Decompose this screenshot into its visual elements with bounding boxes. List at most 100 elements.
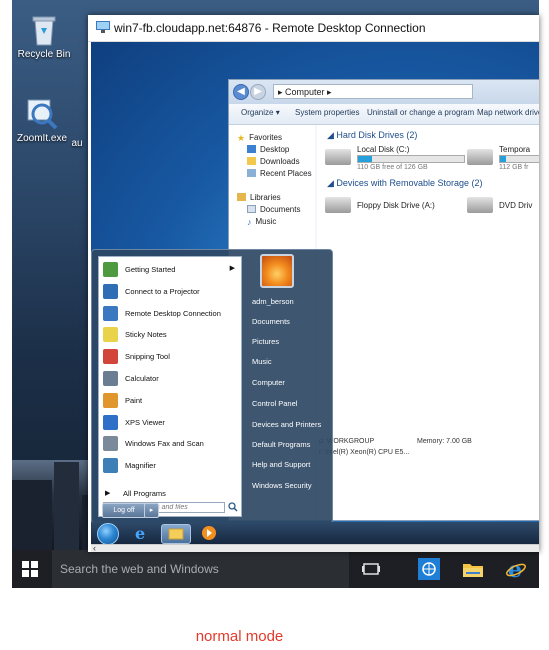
breadcrumb[interactable]: Computer bbox=[285, 87, 325, 97]
start-program-label: Snipping Tool bbox=[125, 352, 170, 362]
start-program-item[interactable]: Getting Started ▶ bbox=[99, 259, 241, 280]
drive-dvd[interactable]: DVD Driv bbox=[467, 193, 539, 217]
caption: normal mode bbox=[195, 628, 284, 645]
logoff-button[interactable]: Log off bbox=[102, 503, 146, 518]
rdp-title: win7-fb.cloudapp.net:64876 - Remote Desk… bbox=[114, 21, 426, 35]
internet-explorer-icon[interactable]: e bbox=[127, 524, 155, 543]
getting-started-icon bbox=[103, 262, 118, 277]
address-bar[interactable]: ▸ Computer ▸ bbox=[273, 84, 473, 99]
start-program-item[interactable]: Magnifier bbox=[99, 455, 241, 476]
start-place-item[interactable]: Music bbox=[248, 353, 332, 371]
drive-free: 112 GB fr bbox=[499, 164, 529, 171]
nav-libraries[interactable]: Libraries bbox=[237, 193, 281, 202]
explorer-command-bar: Organize ▾ System properties Uninstall o… bbox=[229, 104, 539, 125]
system-properties-button[interactable]: System properties bbox=[295, 108, 359, 117]
all-programs-button[interactable]: ▶ All Programs bbox=[98, 487, 242, 500]
host-taskbar: Search the web and Windows e bbox=[12, 550, 539, 588]
start-program-item[interactable]: Snipping Tool bbox=[99, 346, 241, 367]
dvd-drive-icon bbox=[467, 197, 493, 213]
start-place-item[interactable]: Computer bbox=[248, 374, 332, 392]
start-program-label: Remote Desktop Connection bbox=[125, 308, 221, 318]
start-program-label: Magnifier bbox=[125, 461, 156, 471]
drive-name: Floppy Disk Drive (A:) bbox=[357, 201, 435, 210]
fax-scan-icon bbox=[103, 436, 118, 452]
star-icon: ★ bbox=[237, 133, 246, 143]
back-button[interactable]: ◀ bbox=[233, 84, 249, 100]
start-place-item[interactable]: Pictures bbox=[248, 333, 332, 351]
forward-button[interactable]: ▶ bbox=[250, 84, 266, 100]
nav-favorites[interactable]: ★ Favorites bbox=[237, 133, 282, 143]
nav-desktop[interactable]: Desktop bbox=[247, 145, 289, 154]
file-explorer-icon[interactable] bbox=[161, 524, 191, 544]
desktop-icon-label: Recycle Bin bbox=[17, 49, 71, 60]
drive-temporary[interactable]: Tempora 112 GB fr bbox=[467, 145, 539, 173]
windows-start-icon[interactable] bbox=[22, 561, 38, 577]
desktop-icon-label: ZoomIt.exe bbox=[16, 133, 68, 144]
start-program-item[interactable]: XPS Viewer bbox=[99, 412, 241, 433]
recent-places-icon bbox=[247, 169, 256, 177]
drive-name: Local Disk (C:) bbox=[357, 145, 410, 154]
search-icon[interactable] bbox=[228, 502, 238, 512]
uninstall-program-button[interactable]: Uninstall or change a program bbox=[367, 108, 474, 117]
internet-explorer-icon[interactable]: e bbox=[505, 558, 527, 580]
rdp-title-bar[interactable]: win7-fb.cloudapp.net:64876 - Remote Desk… bbox=[88, 15, 539, 42]
explorer-address-row: ◀ ▶ ▸ Computer ▸ bbox=[229, 80, 539, 104]
rdp-horizontal-scrollbar[interactable]: ‹ bbox=[91, 543, 539, 552]
start-program-item[interactable]: Sticky Notes bbox=[99, 324, 241, 345]
file-explorer-icon[interactable] bbox=[462, 558, 484, 580]
shutdown-options-button[interactable]: ▸ bbox=[144, 503, 159, 518]
drive-floppy[interactable]: Floppy Disk Drive (A:) bbox=[325, 193, 465, 217]
music-icon: ♪ bbox=[247, 217, 252, 227]
start-menu-programs: Getting Started ▶ Connect to a Projector Re… bbox=[98, 256, 242, 489]
svg-text:e: e bbox=[135, 524, 145, 542]
media-player-icon[interactable] bbox=[195, 524, 223, 542]
start-program-label: XPS Viewer bbox=[125, 417, 165, 427]
nav-documents[interactable]: Documents bbox=[247, 205, 300, 214]
hdd-group-header[interactable]: ◢ Hard Disk Drives (2) bbox=[327, 130, 417, 141]
host-search-box[interactable]: Search the web and Windows bbox=[52, 550, 349, 588]
desktop-icon bbox=[247, 145, 256, 153]
drive-name: DVD Driv bbox=[499, 201, 533, 210]
start-place-item[interactable]: Control Panel bbox=[248, 395, 332, 413]
magnifier-icon bbox=[27, 99, 58, 130]
start-menu: Getting Started ▶ Connect to a Projector Re… bbox=[91, 249, 333, 524]
map-network-drive-button[interactable]: Map network drive bbox=[477, 108, 539, 117]
calculator-icon bbox=[103, 371, 118, 386]
drive-name: Tempora bbox=[499, 145, 531, 154]
network-icon[interactable] bbox=[418, 558, 440, 580]
start-program-label: Getting Started bbox=[125, 265, 176, 274]
start-program-label: Calculator bbox=[125, 374, 159, 383]
start-program-item[interactable]: Paint bbox=[99, 390, 241, 411]
user-avatar[interactable] bbox=[260, 254, 294, 288]
scroll-left-arrow[interactable]: ‹ bbox=[93, 543, 96, 552]
start-place-item[interactable]: Documents bbox=[248, 313, 332, 331]
projector-icon bbox=[103, 283, 118, 299]
start-program-label: Sticky Notes bbox=[125, 330, 167, 340]
start-program-item[interactable]: Remote Desktop Connection bbox=[99, 303, 241, 324]
start-place-item[interactable]: Devices and Printers bbox=[248, 416, 332, 434]
drive-usage-bar bbox=[499, 155, 539, 163]
drive-usage-bar bbox=[357, 155, 465, 163]
start-program-item[interactable]: Calculator bbox=[99, 368, 241, 389]
start-program-item[interactable]: Windows Fax and Scan bbox=[99, 433, 241, 454]
xps-viewer-icon bbox=[103, 414, 118, 430]
start-menu-places: adm_berson Documents Pictures Music Computer… bbox=[242, 250, 332, 523]
all-programs-label: All Programs bbox=[123, 489, 166, 498]
start-place-item[interactable]: Windows Security bbox=[248, 477, 332, 495]
desktop-icon-recycle-bin[interactable]: Recycle Bin bbox=[14, 14, 74, 60]
start-program-item[interactable]: Connect to a Projector bbox=[99, 281, 241, 302]
nav-recent-places[interactable]: Recent Places bbox=[247, 169, 312, 178]
task-view-icon[interactable] bbox=[360, 558, 382, 580]
details-pane: p: WORKGROUP Memory: 7.00 GB r: Intel(R)… bbox=[317, 428, 539, 468]
drive-c[interactable]: Local Disk (C:) 110 GB free of 126 GB bbox=[325, 145, 475, 173]
start-place-item[interactable]: adm_berson bbox=[248, 293, 332, 311]
start-place-item[interactable]: Default Programs bbox=[248, 436, 332, 454]
nav-downloads[interactable]: Downloads bbox=[247, 157, 300, 166]
organize-menu[interactable]: Organize ▾ bbox=[241, 108, 280, 117]
nav-music[interactable]: ♪ Music bbox=[247, 217, 276, 227]
downloads-icon bbox=[247, 157, 256, 165]
removable-group-header[interactable]: ◢ Devices with Removable Storage (2) bbox=[327, 178, 482, 189]
start-place-item[interactable]: Help and Support bbox=[248, 456, 332, 474]
sticky-notes-icon bbox=[103, 327, 118, 343]
start-orb-icon[interactable] bbox=[97, 523, 119, 545]
